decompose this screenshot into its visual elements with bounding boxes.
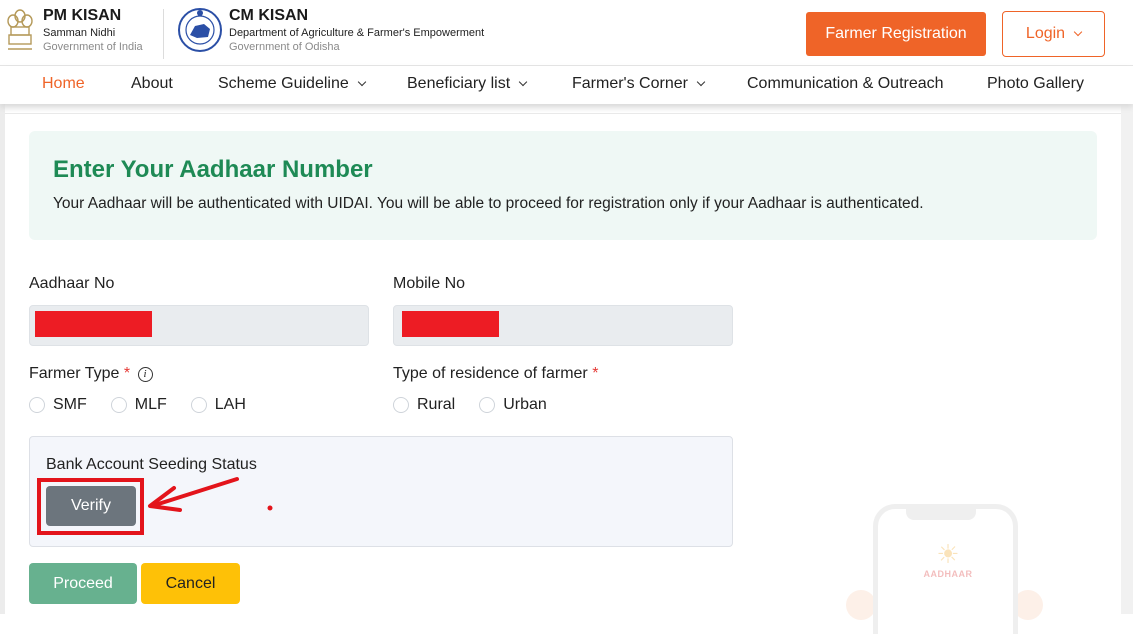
farmer-type-label-text: Farmer Type — [29, 365, 120, 382]
aadhaar-wordmark: AADHAAR — [923, 569, 973, 579]
mobile-input[interactable] — [393, 305, 733, 346]
nav-item-communication-outreach[interactable]: Communication & Outreach — [747, 75, 944, 93]
nav-item-label: Photo Gallery — [987, 75, 1084, 92]
page-title: Enter Your Aadhaar Number — [53, 156, 373, 183]
nav-item-label: About — [131, 75, 173, 92]
cancel-button[interactable]: Cancel — [141, 563, 240, 604]
login-label: Login — [1025, 25, 1066, 42]
bank-seeding-panel: Bank Account Seeding Status Verify — [29, 436, 733, 547]
chevron-down-icon — [1073, 27, 1083, 37]
nav-item-label: Beneficiary list — [407, 75, 511, 92]
cm-kisan-subtitle: Department of Agriculture & Farmer's Emp… — [229, 27, 485, 39]
phone-illustration: ☀ AADHAAR — [873, 504, 1018, 634]
chevron-down-icon — [696, 77, 706, 87]
nav-item-label: Farmer's Corner — [572, 75, 688, 92]
radio-label: Rural — [417, 396, 456, 413]
radio-circle[interactable] — [29, 397, 45, 413]
residence-type-label: Type of residence of farmer * — [393, 365, 598, 383]
nav-item-label: Scheme Guideline — [218, 75, 349, 92]
radio-label: LAH — [214, 396, 246, 413]
nav-item-scheme-guideline[interactable]: Scheme Guideline — [218, 75, 366, 93]
pm-kisan-title: PM KISAN — [43, 7, 122, 24]
farmer-type-radio-group: SMF MLF LAH — [29, 396, 270, 414]
residence-radio-group: Rural Urban — [393, 396, 571, 414]
nav-item-photo-gallery[interactable]: Photo Gallery — [987, 75, 1084, 93]
residence-type-label-text: Type of residence of farmer — [393, 365, 588, 382]
login-dropdown-button[interactable]: Login — [1002, 11, 1105, 57]
aadhaar-logo-icon: ☀ AADHAAR — [918, 539, 978, 589]
radio-urban[interactable]: Urban — [479, 396, 547, 414]
hand-illustration — [846, 590, 876, 620]
radio-label: SMF — [53, 396, 87, 413]
radio-lah[interactable]: LAH — [190, 396, 246, 414]
radio-mlf[interactable]: MLF — [110, 396, 167, 414]
redaction-mark — [35, 311, 152, 337]
radio-rural[interactable]: Rural — [393, 396, 455, 414]
radio-circle[interactable] — [479, 397, 496, 413]
aadhaar-info-box: Enter Your Aadhaar Number Your Aadhaar w… — [29, 131, 1097, 240]
cm-kisan-brand[interactable]: CM KISAN Department of Agriculture & Far… — [176, 6, 484, 54]
phone-notch — [906, 508, 976, 520]
nav-item-home[interactable]: Home — [42, 75, 85, 93]
farmer-type-label: Farmer Type * i — [29, 365, 153, 383]
left-gutter — [0, 104, 5, 614]
content-top-divider — [5, 104, 1121, 114]
brand-divider — [163, 9, 164, 59]
scrollbar[interactable] — [1121, 104, 1133, 614]
nav-item-label: Communication & Outreach — [747, 75, 944, 92]
info-text: Your Aadhaar will be authenticated with … — [53, 195, 924, 212]
site-header: PM KISAN Samman Nidhi Government of Indi… — [0, 0, 1133, 66]
nav-item-about[interactable]: About — [131, 75, 173, 93]
pm-kisan-subtitle: Samman Nidhi — [43, 27, 116, 39]
required-mark: * — [123, 365, 131, 382]
pm-kisan-brand[interactable]: PM KISAN Samman Nidhi Government of Indi… — [4, 6, 143, 54]
radio-circle[interactable] — [190, 397, 207, 413]
main-nav: Home About Scheme Guideline Beneficiary … — [0, 66, 1133, 104]
aadhaar-label: Aadhaar No — [29, 275, 115, 292]
cm-kisan-org: Government of Odisha — [229, 41, 340, 53]
aadhaar-input[interactable] — [29, 305, 369, 346]
nav-item-beneficiary-list[interactable]: Beneficiary list — [407, 75, 528, 93]
national-emblem-icon — [4, 6, 36, 54]
radio-label: MLF — [134, 396, 167, 413]
radio-smf[interactable]: SMF — [29, 396, 87, 414]
radio-circle[interactable] — [110, 397, 127, 413]
chevron-down-icon — [357, 77, 366, 87]
radio-label: Urban — [503, 396, 547, 413]
redaction-mark — [402, 311, 499, 337]
cm-kisan-title: CM KISAN — [229, 7, 309, 24]
pm-kisan-org: Government of India — [43, 41, 143, 53]
sun-fingerprint-icon: ☀ — [936, 539, 960, 569]
mobile-label: Mobile No — [393, 275, 466, 292]
nav-item-farmers-corner[interactable]: Farmer's Corner — [572, 75, 706, 93]
info-icon[interactable]: i — [137, 367, 153, 382]
bank-seeding-label: Bank Account Seeding Status — [46, 456, 257, 473]
verify-button[interactable]: Verify — [46, 486, 136, 526]
farmer-registration-button[interactable]: Farmer Registration — [806, 12, 986, 56]
odisha-emblem-icon — [176, 6, 224, 54]
nav-item-label: Home — [42, 75, 85, 92]
proceed-button[interactable]: Proceed — [29, 563, 137, 604]
required-mark: * — [592, 365, 599, 382]
chevron-down-icon — [518, 77, 528, 87]
radio-circle[interactable] — [393, 397, 409, 413]
